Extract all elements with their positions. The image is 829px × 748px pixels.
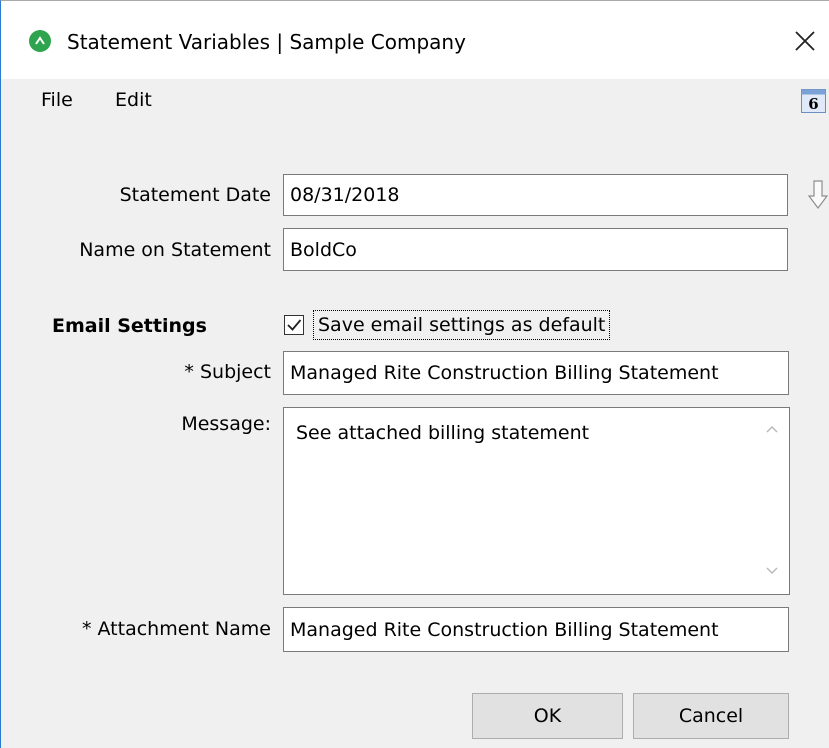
checkmark-icon <box>287 319 302 331</box>
save-default-checkbox[interactable] <box>284 315 304 335</box>
message-scrollbar[interactable] <box>755 408 789 594</box>
down-arrow-icon[interactable] <box>807 179 829 211</box>
subject-label: * Subject <box>184 361 271 383</box>
cancel-button[interactable]: Cancel <box>633 693 789 739</box>
name-on-statement-field[interactable]: BoldCo <box>283 228 788 271</box>
scroll-up-icon[interactable] <box>765 424 779 434</box>
message-text: See attached billing statement <box>296 422 590 444</box>
statement-date-label: Statement Date <box>119 184 271 206</box>
app-logo-icon <box>29 30 51 52</box>
window-title: Statement Variables | Sample Company <box>67 30 466 54</box>
message-textarea[interactable]: See attached billing statement <box>283 407 790 595</box>
message-label: Message: <box>181 413 271 435</box>
menu-edit[interactable]: Edit <box>113 87 154 113</box>
calendar-icon[interactable]: 6 <box>801 89 826 113</box>
email-settings-heading: Email Settings <box>52 315 207 337</box>
menu-bar: File Edit <box>1 79 829 123</box>
statement-variables-dialog: Statement Variables | Sample Company Fil… <box>0 0 829 748</box>
ok-button[interactable]: OK <box>472 693 623 739</box>
close-icon <box>795 31 815 51</box>
attachment-name-label: * Attachment Name <box>81 618 271 640</box>
calendar-day: 6 <box>808 95 818 113</box>
name-on-statement-label: Name on Statement <box>79 239 271 261</box>
title-bar: Statement Variables | Sample Company <box>1 1 829 79</box>
statement-date-field[interactable]: 08/31/2018 <box>283 174 788 216</box>
subject-field[interactable]: Managed Rite Construction Billing Statem… <box>283 351 789 395</box>
save-default-label[interactable]: Save email settings as default <box>313 310 611 340</box>
attachment-name-field[interactable]: Managed Rite Construction Billing Statem… <box>283 607 789 652</box>
scroll-down-icon[interactable] <box>765 566 779 576</box>
close-button[interactable] <box>785 23 825 61</box>
menu-file[interactable]: File <box>39 87 75 113</box>
